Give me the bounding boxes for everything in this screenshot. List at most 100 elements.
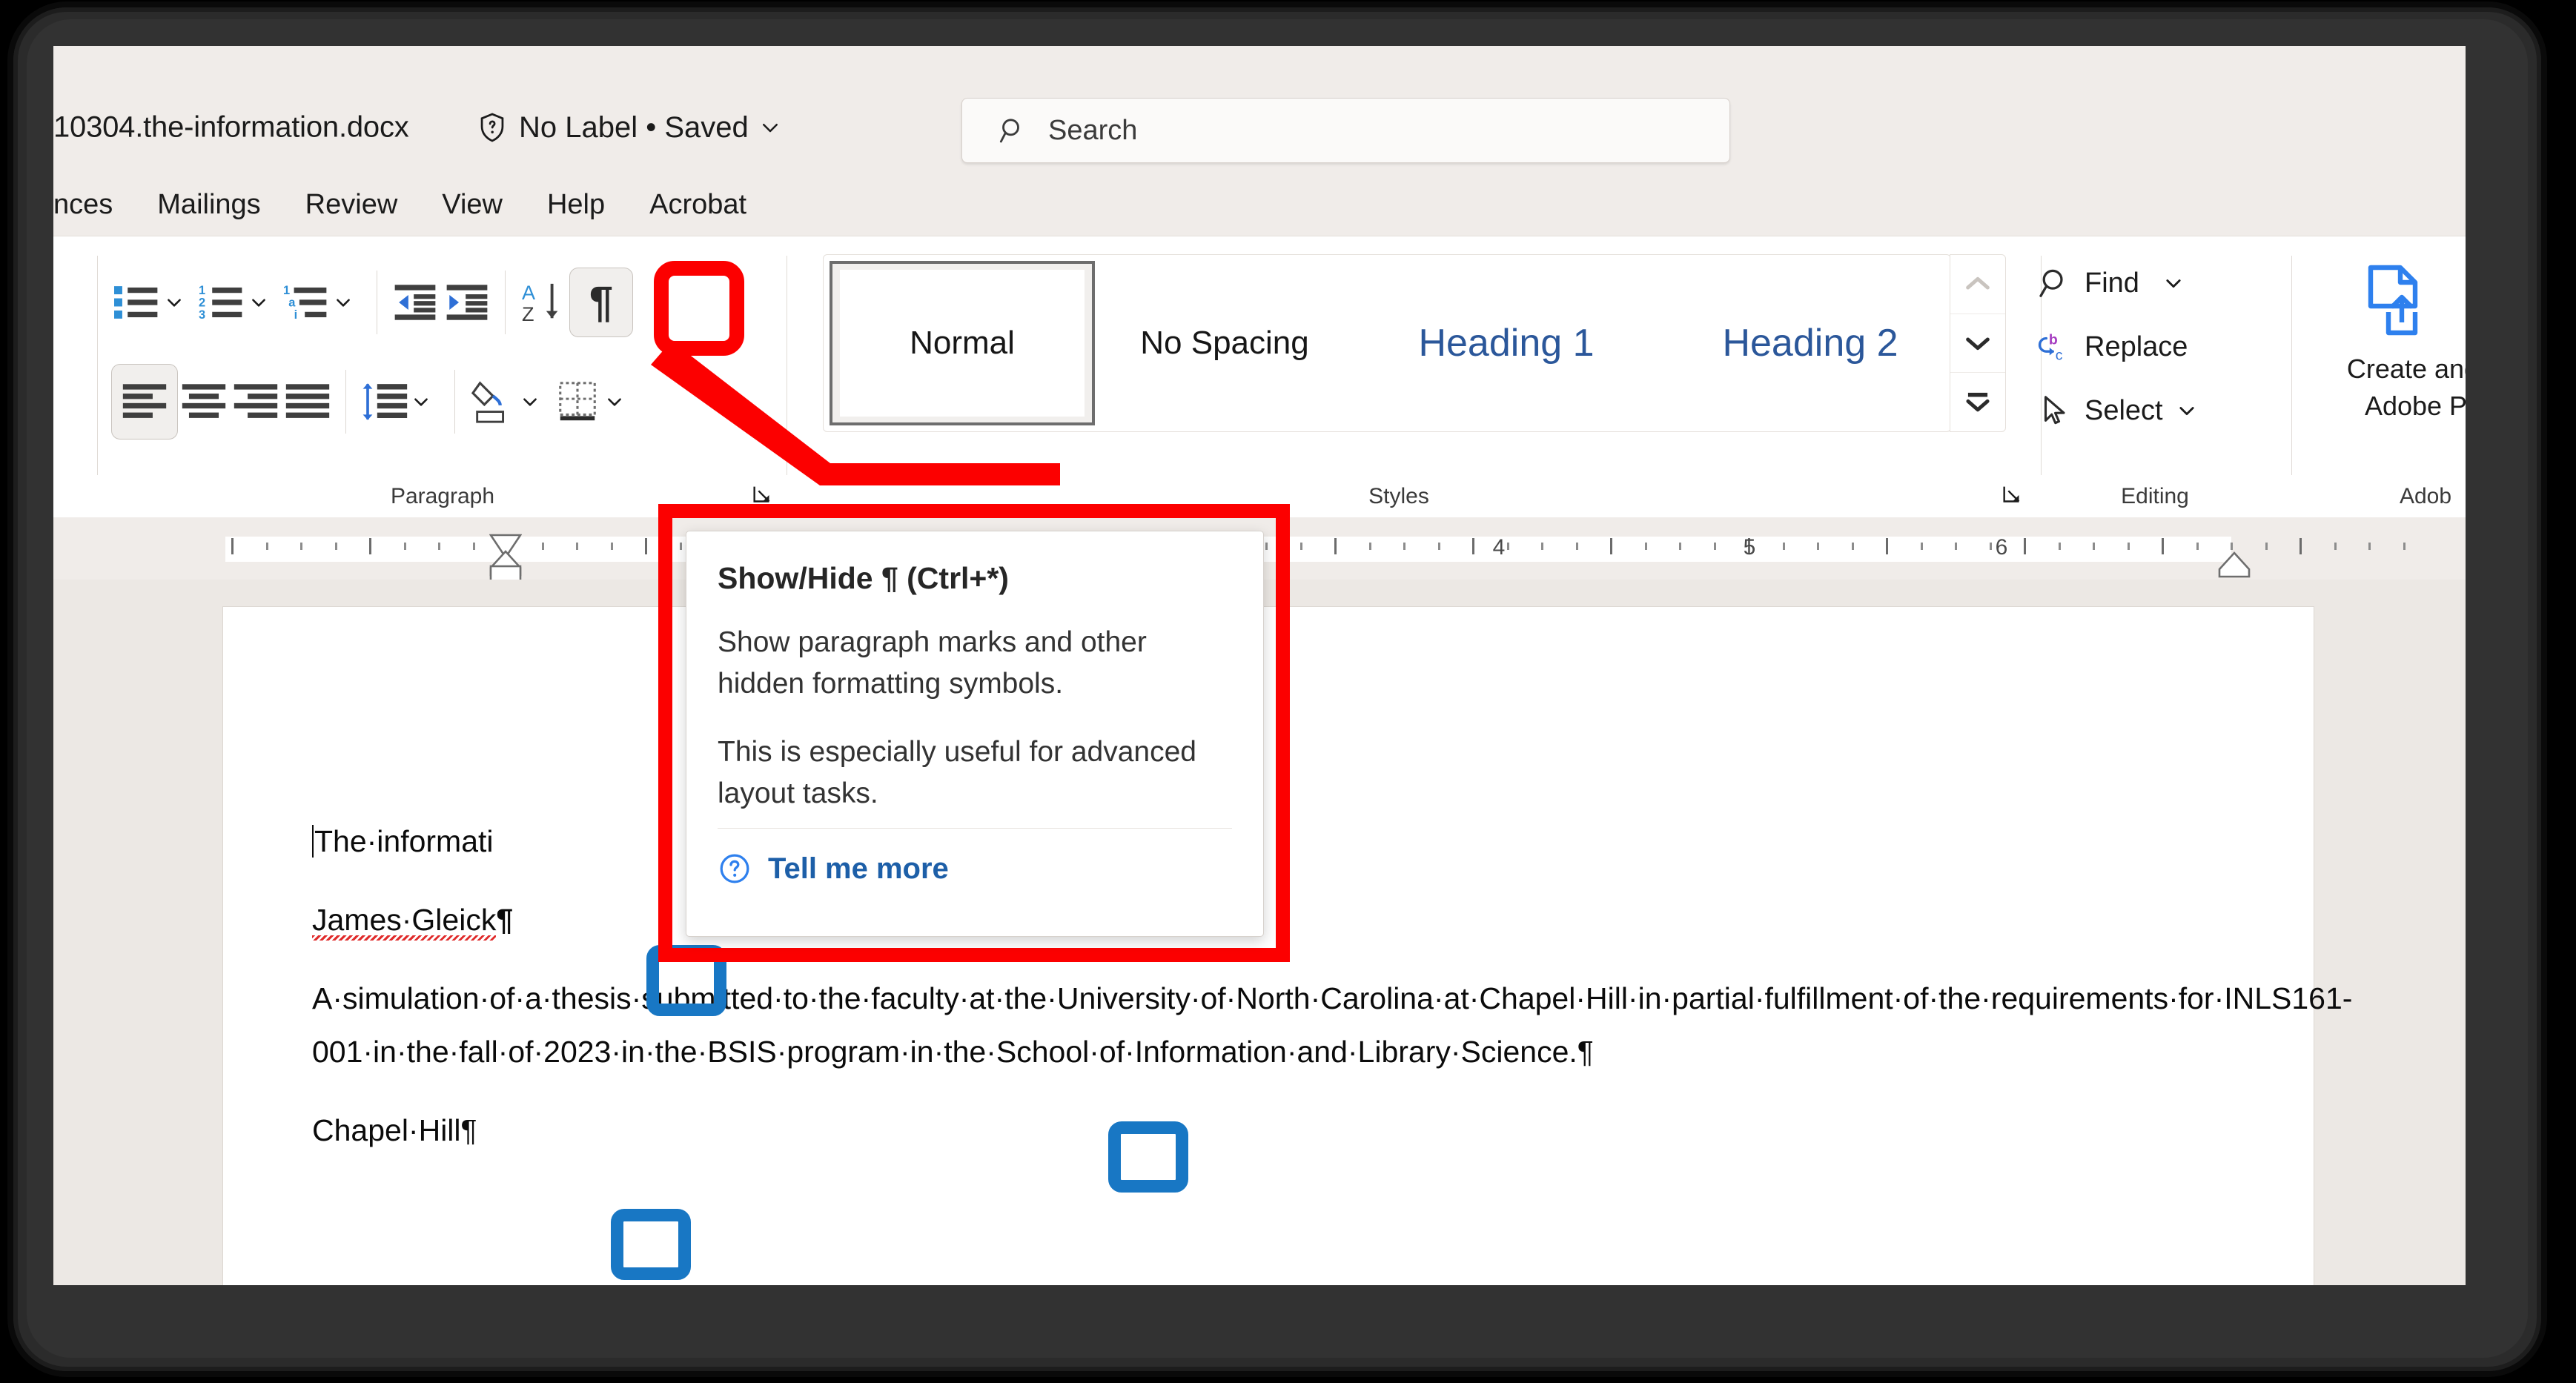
- increase-indent-icon: [446, 285, 488, 320]
- svg-text:2: 2: [199, 296, 205, 309]
- ruler-tick-minor: [300, 543, 302, 550]
- find-button[interactable]: Find: [2037, 266, 2184, 300]
- style-item-heading-2[interactable]: Heading 2: [1658, 255, 1950, 431]
- tab-acrobat[interactable]: Acrobat: [627, 189, 769, 221]
- paragraph-text: A·simulation·of·a·thesis·submitted·to·th…: [312, 981, 2353, 1069]
- chevron-down-icon[interactable]: [605, 392, 624, 411]
- find-label: Find: [2085, 267, 2139, 299]
- svg-text:3: 3: [199, 308, 205, 322]
- numbered-list-icon: 1 2 3: [199, 284, 242, 322]
- shading-button[interactable]: [467, 374, 519, 429]
- sort-button[interactable]: A Z: [517, 275, 569, 330]
- dialog-launcher-icon[interactable]: [53, 482, 56, 508]
- align-right-button[interactable]: [230, 374, 282, 429]
- styles-more-button[interactable]: [1950, 373, 2005, 431]
- sensitivity-label-text: No Label • Saved: [519, 110, 749, 144]
- ruler-tick-minor: [1920, 543, 1923, 550]
- ruler-tick-minor: [1541, 543, 1543, 550]
- numbering-button[interactable]: 1 2 3: [196, 275, 248, 330]
- text-caret: [312, 825, 314, 858]
- borders-icon: [559, 382, 596, 421]
- pilcrow-mark: ¶: [496, 903, 514, 937]
- sensitivity-label-button[interactable]: No Label • Saved: [476, 110, 781, 145]
- replace-button[interactable]: b c Replace: [2037, 330, 2188, 364]
- highlight-show-hide-button: [654, 261, 744, 356]
- ribbon-group-editing: Find b c Replace Select Editing: [2018, 236, 2292, 518]
- align-left-button[interactable]: [111, 364, 178, 440]
- ruler-tick-minor: [2265, 543, 2268, 550]
- chevron-down-icon[interactable]: [249, 293, 268, 312]
- tab-references[interactable]: nces: [53, 189, 135, 221]
- ruler-tick-major: [1610, 538, 1612, 554]
- tab-review[interactable]: Review: [283, 189, 420, 221]
- decrease-indent-button[interactable]: [389, 275, 441, 330]
- tell-me-more-label: Tell me more: [768, 852, 949, 885]
- svg-text:A: A: [522, 282, 535, 304]
- ruler-tick-minor: [541, 543, 544, 550]
- svg-text:c: c: [2056, 348, 2063, 364]
- line-spacing-button[interactable]: [358, 374, 410, 429]
- ruler-tick-minor: [1817, 543, 1819, 550]
- paragraph-text: James·Gleick: [312, 903, 497, 941]
- create-and-share-adobe-pdf-button[interactable]: [2360, 263, 2437, 340]
- right-indent-marker[interactable]: [2218, 551, 2251, 578]
- style-item-heading-1[interactable]: Heading 1: [1354, 255, 1658, 431]
- borders-button[interactable]: [552, 374, 603, 429]
- highlight-pilcrow-after-chapel-hill: [611, 1209, 691, 1280]
- chevron-down-icon[interactable]: [165, 293, 184, 312]
- svg-text:a: a: [288, 296, 296, 309]
- style-item-no-spacing[interactable]: No Spacing: [1095, 255, 1354, 431]
- ruler-tick-major: [1334, 538, 1337, 554]
- ruler-tick-minor: [2403, 543, 2406, 550]
- align-center-icon: [182, 384, 226, 418]
- paragraph-text: Chapel·Hill¶: [312, 1113, 477, 1147]
- ruler-tick-minor: [1679, 543, 1681, 550]
- tab-view[interactable]: View: [420, 189, 525, 221]
- ruler-tick-minor: [2196, 543, 2199, 550]
- align-center-button[interactable]: [178, 374, 230, 429]
- show-hide-paragraph-marks-button[interactable]: ¶: [569, 268, 633, 337]
- ruler-tick-major: [2299, 538, 2302, 554]
- ruler-tick-minor: [438, 543, 440, 550]
- select-button[interactable]: Select: [2037, 394, 2197, 428]
- chevron-down-icon[interactable]: [411, 392, 431, 411]
- tab-mailings[interactable]: Mailings: [135, 189, 282, 221]
- svg-text:i: i: [294, 308, 298, 322]
- ruler-tick-minor: [2093, 543, 2095, 550]
- title-bar: 10304.the-information.docx No Label • Sa…: [53, 46, 2466, 172]
- ruler-tick-major: [2024, 538, 2026, 554]
- multilevel-list-icon: 1 a i: [283, 284, 327, 322]
- group-label-editing: Editing: [2121, 484, 2189, 508]
- search-input[interactable]: Search: [961, 98, 1730, 163]
- styles-scroll-up-button[interactable]: [1950, 255, 2005, 314]
- text-highlight-color-button[interactable]: [53, 262, 55, 330]
- ruler-tick-minor: [2231, 543, 2233, 550]
- tab-help[interactable]: Help: [525, 189, 627, 221]
- sort-az-icon: A Z: [522, 282, 558, 324]
- chevron-down-icon: [762, 124, 778, 133]
- bullets-button[interactable]: [111, 275, 163, 330]
- ruler-tick-minor: [1368, 543, 1371, 550]
- adobe-button-label-line2: Adobe PD: [2364, 391, 2466, 421]
- multilevel-list-button[interactable]: 1 a i: [280, 275, 332, 330]
- ruler-tick-minor: [403, 543, 406, 550]
- chevron-up-icon: [1966, 277, 1990, 290]
- tooltip-body-2: This is especially useful for advanced l…: [718, 736, 1196, 809]
- chevron-down-icon[interactable]: [334, 293, 353, 312]
- tell-me-more-link[interactable]: Tell me more: [718, 852, 949, 886]
- paragraph-abstract[interactable]: A·simulation·of·a·thesis·submitted·to·th…: [312, 972, 2352, 1078]
- ruler-tick-minor: [472, 543, 475, 550]
- chevron-down-icon: [1966, 337, 1990, 351]
- bullet-list-icon: [114, 286, 158, 319]
- style-label: Heading 2: [1722, 322, 1898, 365]
- svg-text:b: b: [2049, 331, 2058, 348]
- styles-gallery-scrollbar: [1950, 254, 2006, 432]
- chevron-down-icon[interactable]: [520, 392, 540, 411]
- increase-indent-button[interactable]: [441, 275, 493, 330]
- decrease-indent-icon: [394, 285, 436, 320]
- paragraph-location[interactable]: Chapel·Hill¶: [312, 1104, 2232, 1157]
- tooltip-title: Show/Hide ¶ (Ctrl+*): [718, 561, 1009, 595]
- justify-button[interactable]: [282, 374, 334, 429]
- show-hide-tooltip: Show/Hide ¶ (Ctrl+*) Show paragraph mark…: [686, 531, 1264, 937]
- styles-scroll-down-button[interactable]: [1950, 314, 2005, 374]
